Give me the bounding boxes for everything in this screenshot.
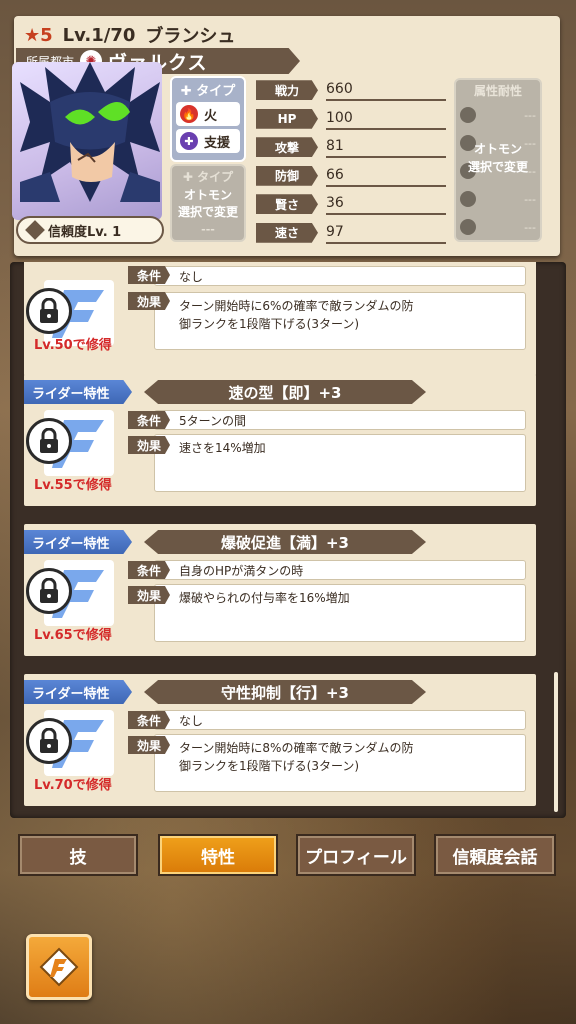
- type-panel: ✚ タイプ 🔥 火 ✚ 支援: [170, 76, 246, 162]
- stat-row: 賢さ 36: [256, 190, 446, 219]
- type-chip-support: ✚ 支援: [176, 129, 240, 153]
- tab-traits[interactable]: 特性: [158, 834, 278, 876]
- rarity-value: 5: [40, 24, 53, 46]
- condition-label: 条件: [128, 266, 170, 284]
- rider-trait-tag: ライダー特性: [24, 680, 132, 704]
- lock-icon: [26, 568, 72, 614]
- trait-list[interactable]: なし 条件 ターン開始時に6%の確率で敵ランダムの防 御ランクを1段階下げる(3タ…: [10, 262, 566, 818]
- effect-box: 速さを14%増加: [154, 434, 526, 492]
- otomon-type-panel: ✚ タイプ オトモン 選択で変更 ---: [170, 164, 246, 242]
- tab-trust-talk[interactable]: 信頼度会話: [434, 834, 556, 876]
- trust-level-text: 信頼度Lv. 1: [48, 224, 122, 240]
- condition-box: なし: [154, 710, 526, 730]
- trust-diamond-icon: [25, 220, 45, 240]
- otomon-type-text: オトモン 選択で変更: [177, 188, 238, 219]
- support-icon: ✚: [180, 132, 198, 150]
- trait-name: 爆破促進【満】+3: [144, 530, 426, 554]
- effect-label: 効果: [128, 736, 170, 754]
- condition-label: 条件: [128, 561, 170, 579]
- trait-name: 守性抑制【行】+3: [144, 680, 426, 704]
- stat-value: 81: [326, 136, 446, 159]
- condition-box: なし: [154, 266, 526, 286]
- trait-card: ライダー特性 速の型【即】+3 5ターンの間 条件 速さを14%増加 効果 Lv…: [24, 374, 536, 506]
- effect-label: 効果: [128, 586, 170, 604]
- stat-label: 賢さ: [256, 194, 318, 215]
- learn-level-text: Lv.70で修得: [34, 778, 112, 793]
- effect-box: ターン開始時に8%の確率で敵ランダムの防 御ランクを1段階下げる(3ターン): [154, 734, 526, 792]
- condition-label: 条件: [128, 411, 170, 429]
- character-portrait[interactable]: [12, 62, 162, 220]
- trait-card: なし 条件 ターン開始時に6%の確率で敵ランダムの防 御ランクを1段階下げる(3タ…: [24, 262, 536, 376]
- otomon-type-dash: ---: [201, 223, 215, 236]
- fire-resist-icon: [460, 107, 476, 123]
- stat-value: 660: [326, 79, 446, 102]
- stat-row: 防御 66: [256, 162, 446, 191]
- stat-label: 速さ: [256, 222, 318, 243]
- type-chip-fire: 🔥 火: [176, 102, 240, 126]
- condition-box: 5ターンの間: [154, 410, 526, 430]
- effect-box: 爆破やられの付与率を16%増加: [154, 584, 526, 642]
- effect-label: 効果: [128, 292, 170, 310]
- character-name: ブランシュ: [145, 26, 236, 47]
- stat-value: 97: [326, 222, 446, 244]
- stat-label: 戦力: [256, 80, 318, 101]
- stat-value: 36: [326, 193, 446, 216]
- stats-panel: 戦力 660 HP 100 攻撃 81 防御 66 賢さ 36 速さ 97: [256, 76, 446, 247]
- trait-card: ライダー特性 守性抑制【行】+3 なし 条件 ターン開始時に8%の確率で敵ランダ…: [24, 674, 536, 806]
- learn-level-text: Lv.50で修得: [34, 338, 112, 353]
- lock-icon: [26, 288, 72, 334]
- stat-label: 防御: [256, 165, 318, 186]
- resist-row-ice: ---: [460, 187, 536, 211]
- stat-value: 66: [326, 165, 446, 187]
- lock-icon: [26, 418, 72, 464]
- list-scrollbar[interactable]: [554, 672, 558, 812]
- effect-box: ターン開始時に6%の確率で敵ランダムの防 御ランクを1段階下げる(3ターン): [154, 292, 526, 350]
- effect-label: 効果: [128, 436, 170, 454]
- stat-row: 攻撃 81: [256, 133, 446, 162]
- back-arrow-icon: [39, 947, 79, 987]
- fire-icon: 🔥: [180, 105, 198, 123]
- condition-label: 条件: [128, 711, 170, 729]
- ice-resist-icon: [460, 191, 476, 207]
- trait-card: ライダー特性 爆破促進【満】+3 自身のHPが満タンの時 条件 爆破やられの付与…: [24, 524, 536, 656]
- resist-row-dragon: ---: [460, 215, 536, 239]
- otomon-type-title: ✚ タイプ: [182, 170, 234, 184]
- stat-row: HP 100: [256, 105, 446, 134]
- learn-level-text: Lv.55で修得: [34, 478, 112, 493]
- resistance-title: 属性耐性: [473, 84, 522, 98]
- trust-level-badge: 信頼度Lv. 1: [16, 216, 164, 244]
- card-header: ★5 Lv.1/70 ブランシュ: [24, 22, 235, 48]
- resistance-panel: 属性耐性 --- --- --- --- --- オトモン 選択で変更: [454, 78, 542, 242]
- dragon-resist-icon: [460, 219, 476, 235]
- rarity-star-icon: ★5: [24, 24, 53, 46]
- resist-row-fire: ---: [460, 103, 536, 127]
- resist-overlay-text: オトモン 選択で変更: [467, 142, 528, 174]
- lock-icon: [26, 718, 72, 764]
- tab-profile[interactable]: プロフィール: [296, 834, 416, 876]
- condition-box: 自身のHPが満タンの時: [154, 560, 526, 580]
- tab-skills[interactable]: 技: [18, 834, 138, 876]
- type-title: ✚ タイプ: [180, 84, 236, 99]
- stat-row: 速さ 97: [256, 219, 446, 248]
- stat-row: 戦力 660: [256, 76, 446, 105]
- stat-value: 100: [326, 108, 446, 130]
- rider-trait-tag: ライダー特性: [24, 380, 132, 404]
- trait-name: 速の型【即】+3: [144, 380, 426, 404]
- learn-level-text: Lv.65で修得: [34, 628, 112, 643]
- rider-trait-tag: ライダー特性: [24, 530, 132, 554]
- portrait-art-icon: [20, 62, 160, 202]
- stat-label: 攻撃: [256, 137, 318, 158]
- back-button[interactable]: [26, 934, 92, 1000]
- stat-label: HP: [256, 108, 318, 129]
- level-text: Lv.1/70: [62, 24, 136, 46]
